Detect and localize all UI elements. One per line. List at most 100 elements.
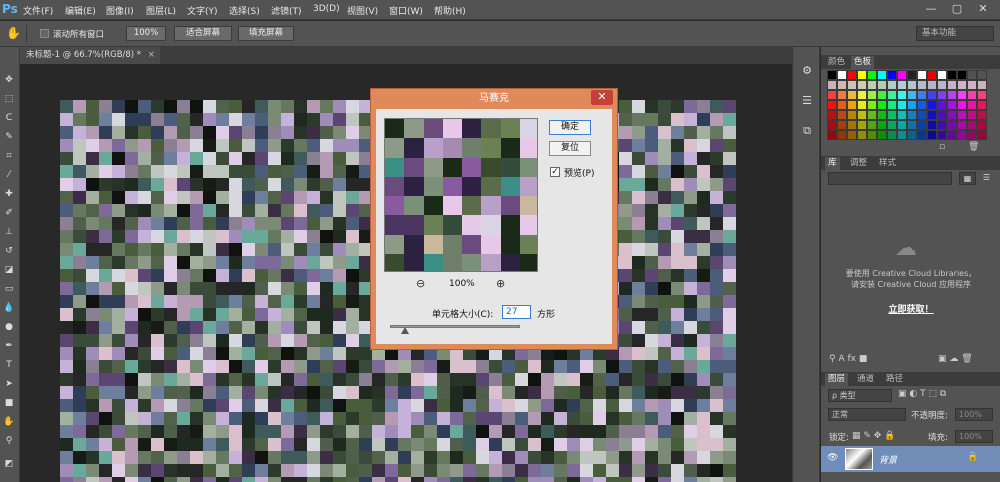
cell-size-input[interactable]: 27: [502, 305, 531, 319]
add-content-icon[interactable]: ⚲ A fx ■: [829, 354, 867, 364]
library-select[interactable]: [828, 172, 952, 185]
cc-message-line2: 请安装 Creative Cloud 应用程序: [850, 280, 972, 289]
tab-libraries[interactable]: 库: [825, 157, 840, 170]
gradient-tool-icon[interactable]: ▭: [2, 282, 16, 296]
tab-close-icon[interactable]: ×: [148, 50, 155, 60]
zoom-100-button[interactable]: 100%: [126, 26, 166, 41]
collapsed-panel-dock: ⚙ ☰ ⧉: [792, 47, 820, 482]
tab-color[interactable]: 颜色: [825, 56, 848, 69]
layer-row-background[interactable]: 👁 背景 🔒: [821, 446, 1000, 472]
shape-tool-icon[interactable]: ■: [2, 396, 16, 410]
foreground-color-icon[interactable]: ◩: [2, 457, 16, 471]
layer-kind-filter[interactable]: ρ 类型: [828, 389, 892, 402]
filter-preview[interactable]: [384, 118, 538, 272]
preview-checkbox[interactable]: ✓: [550, 167, 560, 177]
options-bar: ✋ 滚动所有窗口 100% 适合屏幕 填充屏幕 基本功能: [0, 21, 1000, 47]
tab-adjustments[interactable]: 调整: [847, 157, 870, 170]
lock-label: 锁定:: [829, 433, 849, 443]
lasso-tool-icon[interactable]: ᑕ: [2, 111, 16, 125]
healing-tool-icon[interactable]: ✚: [2, 187, 16, 201]
color-panel-tabs: 颜色 色板: [821, 55, 1000, 69]
layer-filter-icons[interactable]: ▣ ◐ T ⬚ ⧉: [898, 389, 946, 399]
reset-button[interactable]: 复位: [549, 141, 591, 156]
properties-panel-icon[interactable]: ☰: [799, 93, 815, 109]
delete-swatch-icon[interactable]: 🗑: [968, 142, 979, 152]
lock-icons[interactable]: ▦ ✎ ✥ 🔒: [852, 431, 895, 441]
tab-styles[interactable]: 样式: [876, 157, 899, 170]
dialog-title: 马赛克: [479, 93, 509, 104]
maximize-icon[interactable]: ▢: [944, 0, 970, 18]
document-tab[interactable]: 未标题-1 @ 66.7%(RGB/8) * ×: [20, 47, 160, 64]
hand-tool-icon[interactable]: ✋: [2, 415, 16, 429]
menu-type[interactable]: 文字(Y): [187, 4, 218, 17]
preview-label: 预览(P): [564, 169, 595, 179]
fill-label: 填充:: [928, 433, 948, 443]
blur-tool-icon[interactable]: 💧: [2, 301, 16, 315]
zoom-in-icon[interactable]: ⊕: [496, 277, 505, 290]
tools-panel: ✥ ⬚ ᑕ ✎ ⌗ ⁄ ✚ ✐ ⊥ ↺ ◪ ▭ 💧 ● ✒ T ➤ ■ ✋ ⚲ …: [0, 47, 20, 482]
type-tool-icon[interactable]: T: [2, 358, 16, 372]
menu-file[interactable]: 文件(F): [23, 4, 53, 17]
library-actions-icon[interactable]: ▣ ☁ 🗑: [938, 354, 973, 364]
tab-swatches[interactable]: 色板: [851, 56, 875, 69]
cc-get-now-link[interactable]: 立即获取！: [823, 302, 999, 315]
move-tool-icon[interactable]: ✥: [2, 73, 16, 87]
close-icon[interactable]: ✕: [970, 0, 996, 18]
divider: [26, 25, 27, 42]
fit-screen-button[interactable]: 适合屏幕: [174, 26, 232, 41]
grid-view-icon[interactable]: ▦: [959, 172, 976, 185]
menu-select[interactable]: 选择(S): [229, 4, 260, 17]
path-select-tool-icon[interactable]: ➤: [2, 377, 16, 391]
menu-3d[interactable]: 3D(D): [313, 4, 340, 14]
new-swatch-icon[interactable]: ▫: [939, 142, 945, 152]
scroll-all-checkbox[interactable]: [40, 29, 49, 38]
tab-layers[interactable]: 图层: [825, 373, 849, 386]
layer-name: 背景: [879, 456, 898, 466]
brush-tool-icon[interactable]: ✐: [2, 206, 16, 220]
crop-tool-icon[interactable]: ⌗: [2, 149, 16, 163]
cc-message-line1: 要使用 Creative Cloud Libraries，: [845, 269, 977, 278]
swatch-grid[interactable]: [827, 70, 993, 140]
quick-select-tool-icon[interactable]: ✎: [2, 130, 16, 144]
dodge-tool-icon[interactable]: ●: [2, 320, 16, 334]
fill-screen-button[interactable]: 填充屏幕: [238, 26, 294, 41]
fill-input[interactable]: 100%: [955, 430, 993, 443]
tab-channels[interactable]: 通道: [854, 373, 877, 386]
menu-help[interactable]: 帮助(H): [434, 4, 466, 17]
history-panel-icon[interactable]: ⚙: [799, 63, 815, 79]
photoshop-logo: Ps: [2, 2, 18, 16]
history-brush-tool-icon[interactable]: ↺: [2, 244, 16, 258]
opacity-input[interactable]: 100%: [955, 408, 993, 421]
menu-window[interactable]: 窗口(W): [389, 4, 423, 17]
cell-size-unit: 方形: [537, 310, 556, 320]
actions-panel-icon[interactable]: ⧉: [799, 123, 815, 139]
dialog-close-button[interactable]: ✕: [591, 90, 613, 105]
menu-image[interactable]: 图像(I): [106, 4, 134, 17]
workspace-select[interactable]: 基本功能: [916, 26, 994, 41]
menu-layer[interactable]: 图层(L): [146, 4, 176, 17]
eraser-tool-icon[interactable]: ◪: [2, 263, 16, 277]
zoom-tool-icon[interactable]: ⚲: [2, 434, 16, 448]
ok-button[interactable]: 确定: [549, 120, 591, 135]
scroll-all-label: 滚动所有窗口: [53, 30, 105, 40]
cell-size-slider[interactable]: [390, 325, 520, 328]
opacity-label: 不透明度:: [911, 411, 948, 421]
stamp-tool-icon[interactable]: ⊥: [2, 225, 16, 239]
eyedropper-tool-icon[interactable]: ⁄: [2, 168, 16, 182]
pen-tool-icon[interactable]: ✒: [2, 339, 16, 353]
menu-view[interactable]: 视图(V): [347, 4, 378, 17]
layer-thumbnail: [845, 448, 873, 470]
tab-paths[interactable]: 路径: [883, 373, 906, 386]
cell-size-label: 单元格大小(C):: [432, 310, 494, 320]
menu-edit[interactable]: 编辑(E): [65, 4, 96, 17]
zoom-out-icon[interactable]: ⊖: [416, 277, 425, 290]
menu-bar: Ps 文件(F) 编辑(E) 图像(I) 图层(L) 文字(Y) 选择(S) 滤…: [0, 0, 1000, 20]
list-view-icon[interactable]: ☰: [978, 172, 995, 185]
visibility-eye-icon[interactable]: 👁: [827, 453, 838, 463]
marquee-tool-icon[interactable]: ⬚: [2, 92, 16, 106]
library-panel-tabs: 库 调整 样式: [821, 156, 1000, 170]
menu-filter[interactable]: 滤镜(T): [271, 4, 302, 17]
blend-mode-select[interactable]: 正常: [828, 408, 906, 421]
minimize-icon[interactable]: —: [918, 0, 944, 18]
cell-size-slider-thumb[interactable]: [401, 327, 409, 334]
